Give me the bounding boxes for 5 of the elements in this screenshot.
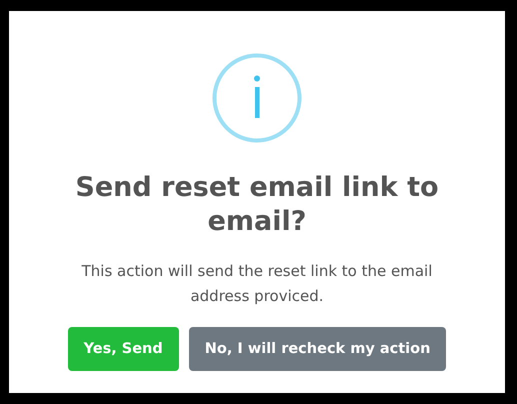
dialog-message: This action will send the reset link to the email address proviced. [80, 261, 434, 307]
info-icon [212, 53, 302, 143]
dialog-title: Send reset email link to email? [74, 171, 440, 239]
confirm-button[interactable]: Yes, Send [68, 327, 179, 371]
cancel-button[interactable]: No, I will recheck my action [188, 327, 446, 371]
